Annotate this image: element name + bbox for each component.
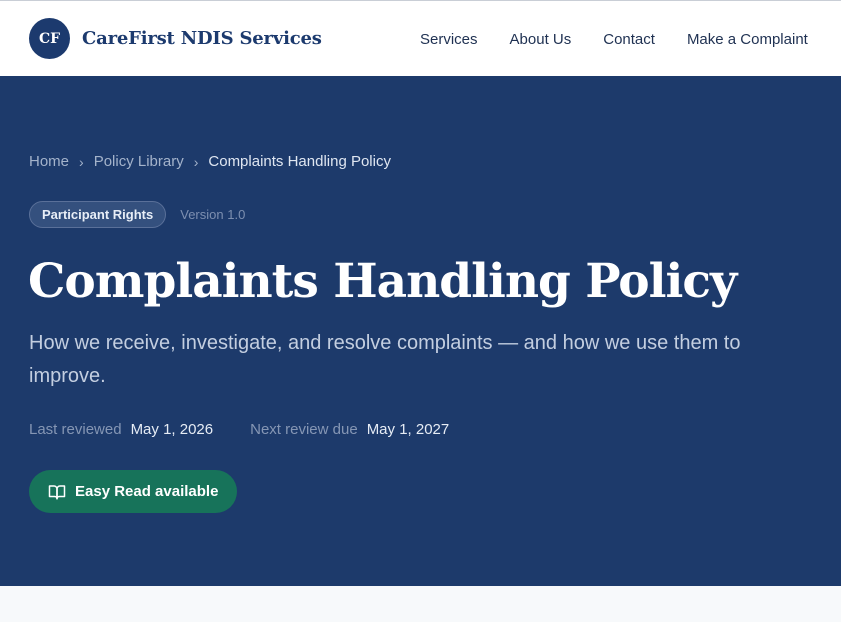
breadcrumb: Home › Policy Library › Complaints Handl… xyxy=(29,153,391,170)
main-nav: Services About Us Contact Make a Complai… xyxy=(420,31,808,48)
page-subtitle: How we receive, investigate, and resolve… xyxy=(29,332,741,387)
page-title: Complaints Handling Policy xyxy=(28,254,737,309)
nav-link-services[interactable]: Services xyxy=(420,31,478,48)
last-reviewed-label: Last reviewed xyxy=(29,421,122,438)
review-dates: Last reviewed May 1, 2026 Next review du… xyxy=(29,421,449,438)
last-reviewed-value: May 1, 2026 xyxy=(130,421,214,438)
nav-link-about-us[interactable]: About Us xyxy=(510,31,572,48)
easy-read-button[interactable]: Easy Read available xyxy=(29,470,238,513)
breadcrumb-separator: › xyxy=(193,153,199,170)
easy-read-button-label: Easy Read available xyxy=(75,483,219,500)
next-review-value: May 1, 2027 xyxy=(366,421,450,438)
nav-link-make-a-complaint[interactable]: Make a Complaint xyxy=(687,31,808,48)
next-review-label: Next review due xyxy=(250,421,358,438)
version-label: Version 1.0 xyxy=(180,207,246,222)
breadcrumb-policy-library-link[interactable]: Policy Library xyxy=(94,153,184,170)
book-open-icon xyxy=(48,483,66,501)
site-header: CF CareFirst NDIS Services Services Abou… xyxy=(0,0,841,76)
page: CF CareFirst NDIS Services Services Abou… xyxy=(0,0,841,622)
brand-home-link[interactable]: CF CareFirst NDIS Services xyxy=(29,18,322,59)
breadcrumb-current-page: Complaints Handling Policy xyxy=(208,153,391,170)
policy-hero: Home › Policy Library › Complaints Handl… xyxy=(0,76,841,586)
policy-meta-row: Participant Rights Version 1.0 xyxy=(29,201,245,228)
brand-logo: CF xyxy=(29,18,70,59)
policy-content-area xyxy=(0,586,841,622)
breadcrumb-separator: › xyxy=(79,153,84,170)
category-badge: Participant Rights xyxy=(29,201,167,228)
brand-name: CareFirst NDIS Services xyxy=(82,28,322,49)
nav-link-contact[interactable]: Contact xyxy=(603,31,655,48)
breadcrumb-home-link[interactable]: Home xyxy=(29,153,69,170)
